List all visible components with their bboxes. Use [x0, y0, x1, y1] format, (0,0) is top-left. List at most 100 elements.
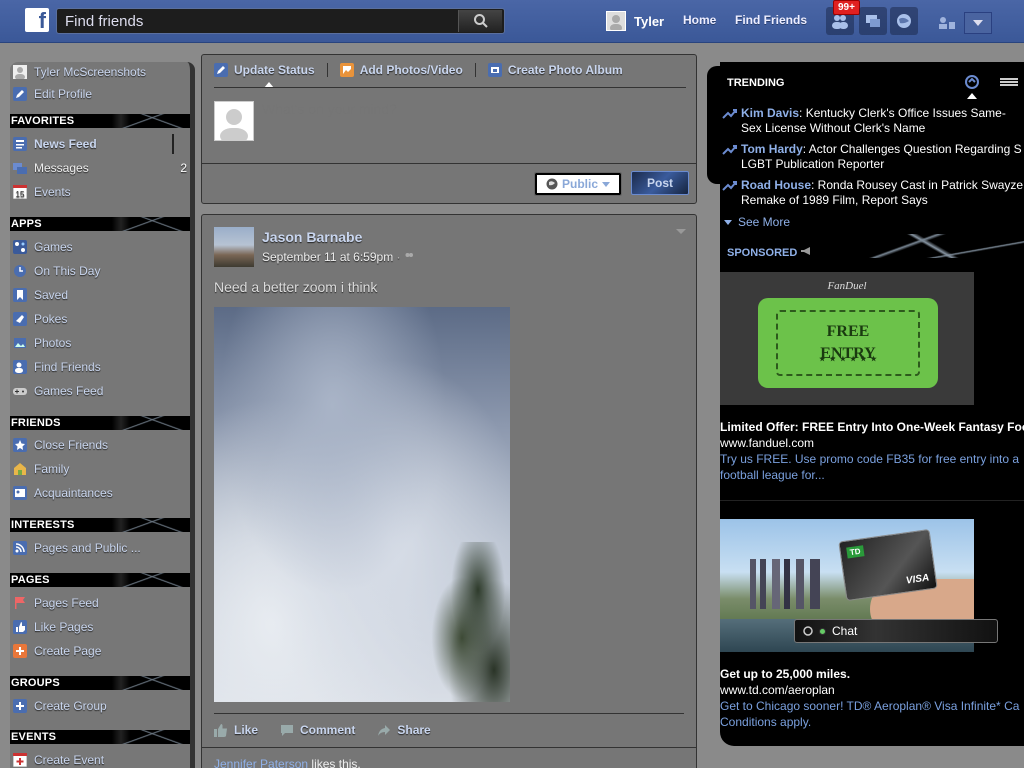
poke-icon	[13, 312, 27, 326]
sidebar-item-news-feed[interactable]: News Feed	[10, 134, 174, 154]
sidebar-item-games-feed[interactable]: Games Feed	[10, 381, 103, 401]
trending-item[interactable]: Road House: Ronda Rousey Cast in Patrick…	[720, 178, 1024, 208]
chat-bar[interactable]: Chat	[794, 619, 998, 643]
sidebar-item-label: Games Feed	[34, 384, 104, 398]
ad-image-fanduel[interactable]: FanDuel FREE ENTRY ★★★★★★	[720, 272, 974, 405]
left-sidebar: Tyler McScreenshots Edit Profile FAVORIT…	[10, 62, 195, 768]
megaphone-icon	[801, 247, 811, 255]
sidebar-item-label: Messages	[34, 161, 89, 175]
trending-item[interactable]: Tom Hardy: Actor Challenges Question Reg…	[720, 142, 1024, 172]
sidebar-item-messages[interactable]: Messages 2	[10, 158, 190, 178]
section-header-events: EVENTS	[10, 730, 190, 744]
sidebar-item-like-pages[interactable]: Like Pages	[10, 617, 93, 637]
ad-description[interactable]: Try us FREE. Use promo code FB35 for fre…	[720, 451, 1024, 483]
trending-topic-name: Road House	[741, 178, 812, 192]
sidebar-item-pages-feed[interactable]: Pages Feed	[10, 593, 99, 613]
audience-selector[interactable]: Public	[534, 172, 622, 196]
credit-card: TD VISA	[838, 528, 938, 602]
share-button[interactable]: Share	[377, 723, 431, 737]
notifications-button[interactable]	[890, 7, 918, 35]
ad-title[interactable]: Get up to 25,000 miles.	[720, 667, 1024, 681]
sidebar-item-label: Acquaintances	[34, 486, 113, 500]
section-header-friends: FRIENDS	[10, 416, 190, 430]
search-input[interactable]	[57, 9, 457, 33]
search-button[interactable]	[458, 10, 502, 32]
sidebar-item-events[interactable]: 15 Events	[10, 182, 71, 202]
sidebar-item-find-friends[interactable]: Find Friends	[10, 357, 101, 377]
sidebar-profile[interactable]: Tyler McScreenshots	[10, 62, 146, 82]
comment-icon	[281, 724, 294, 736]
sidebar-item-label: Create Event	[34, 753, 105, 767]
tab-create-photo-album[interactable]: Create Photo Album	[487, 63, 623, 77]
sidebar-item-acquaintances[interactable]: Acquaintances	[10, 483, 113, 503]
chat-settings-icon	[803, 626, 813, 636]
sidebar-item-family[interactable]: Family	[10, 459, 69, 479]
find-friends-link[interactable]: Find Friends	[735, 13, 807, 27]
ticket-stars: ★★★★★★	[819, 355, 881, 363]
home-link[interactable]: Home	[683, 13, 716, 27]
plus-icon	[13, 644, 27, 658]
chat-label: Chat	[832, 624, 858, 638]
album-icon	[487, 63, 502, 77]
feed-story: Jason Barnabe September 11 at 6:59pm · N…	[201, 214, 697, 768]
post-timestamp[interactable]: September 11 at 6:59pm ·	[262, 250, 414, 264]
story-options-chevron-icon[interactable]	[676, 229, 686, 234]
see-more-link[interactable]: See More	[724, 215, 790, 229]
trending-item[interactable]: Kim Davis: Kentucky Clerk's Office Issue…	[720, 106, 1024, 136]
author-avatar[interactable]	[214, 227, 254, 267]
trending-menu-icon[interactable]	[1000, 78, 1018, 86]
sidebar-item-photos[interactable]: Photos	[10, 333, 71, 353]
trending-arrow-icon	[722, 109, 737, 119]
sidebar-item-edit-profile[interactable]: Edit Profile	[10, 84, 92, 104]
facebook-logo[interactable]: f	[25, 8, 49, 33]
tab-update-status[interactable]: Update Status	[214, 63, 315, 77]
ad-description[interactable]: Get to Chicago sooner! TD® Aeroplan® Vis…	[720, 698, 1024, 730]
sidebar-item-saved[interactable]: Saved	[10, 285, 68, 305]
search-box[interactable]	[56, 8, 505, 34]
family-icon	[13, 462, 27, 476]
sidebar-item-create-event[interactable]: Create Event	[10, 750, 104, 768]
sidebar-profile-name: Tyler McScreenshots	[34, 65, 147, 79]
calendar-icon: 15	[13, 185, 27, 199]
sidebar-item-label: Family	[34, 462, 70, 476]
likes-suffix: likes this.	[308, 757, 361, 768]
top-bar: f Tyler Home Find Friends 99+	[0, 0, 1024, 43]
sidebar-item-label: Pages Feed	[34, 596, 99, 610]
messages-icon	[866, 15, 880, 27]
author-name[interactable]: Jason Barnabe	[262, 229, 362, 245]
like-button[interactable]: Like	[214, 723, 258, 737]
sidebar-item-label: Edit Profile	[34, 87, 93, 101]
sidebar-item-create-page[interactable]: Create Page	[10, 641, 101, 661]
fanduel-logo: FanDuel	[827, 280, 867, 292]
bookmark-icon	[13, 288, 27, 302]
share-icon	[378, 724, 391, 736]
ad-title[interactable]: Limited Offer: FREE Entry Into One-Week …	[720, 420, 1024, 434]
thumbs-up-icon	[13, 620, 27, 634]
sidebar-item-games[interactable]: Games	[10, 237, 73, 257]
privacy-shortcuts-icon[interactable]	[938, 16, 956, 30]
star-friends-icon	[13, 438, 27, 452]
card-brand: TD	[846, 545, 865, 559]
liker-link[interactable]: Jennifer Paterson	[214, 757, 308, 768]
trending-caret-icon	[967, 93, 977, 99]
post-button[interactable]: Post	[631, 171, 689, 195]
sidebar-item-close-friends[interactable]: Close Friends	[10, 435, 108, 455]
flag-icon	[13, 596, 27, 610]
comment-button[interactable]: Comment	[280, 723, 355, 737]
chevron-down-icon	[724, 219, 732, 225]
profile-link[interactable]: Tyler	[606, 10, 664, 32]
status-input[interactable]	[262, 99, 682, 119]
tab-add-photos-video[interactable]: Add Photos/Video	[339, 63, 463, 77]
messages-button[interactable]	[859, 7, 887, 35]
gamepad-icon	[13, 384, 27, 398]
account-settings-button[interactable]	[964, 12, 992, 34]
sidebar-item-create-group[interactable]: Create Group	[10, 696, 107, 716]
sidebar-item-on-this-day[interactable]: On This Day	[10, 261, 100, 281]
section-header-favorites: FAVORITES	[10, 114, 190, 128]
sidebar-item-pages-and-public[interactable]: Pages and Public ...	[10, 538, 141, 558]
sidebar-item-label: Close Friends	[34, 438, 109, 452]
search-icon	[473, 14, 488, 28]
trending-settings-icon[interactable]	[964, 74, 980, 90]
post-photo[interactable]	[214, 307, 510, 702]
sidebar-item-pokes[interactable]: Pokes	[10, 309, 67, 329]
